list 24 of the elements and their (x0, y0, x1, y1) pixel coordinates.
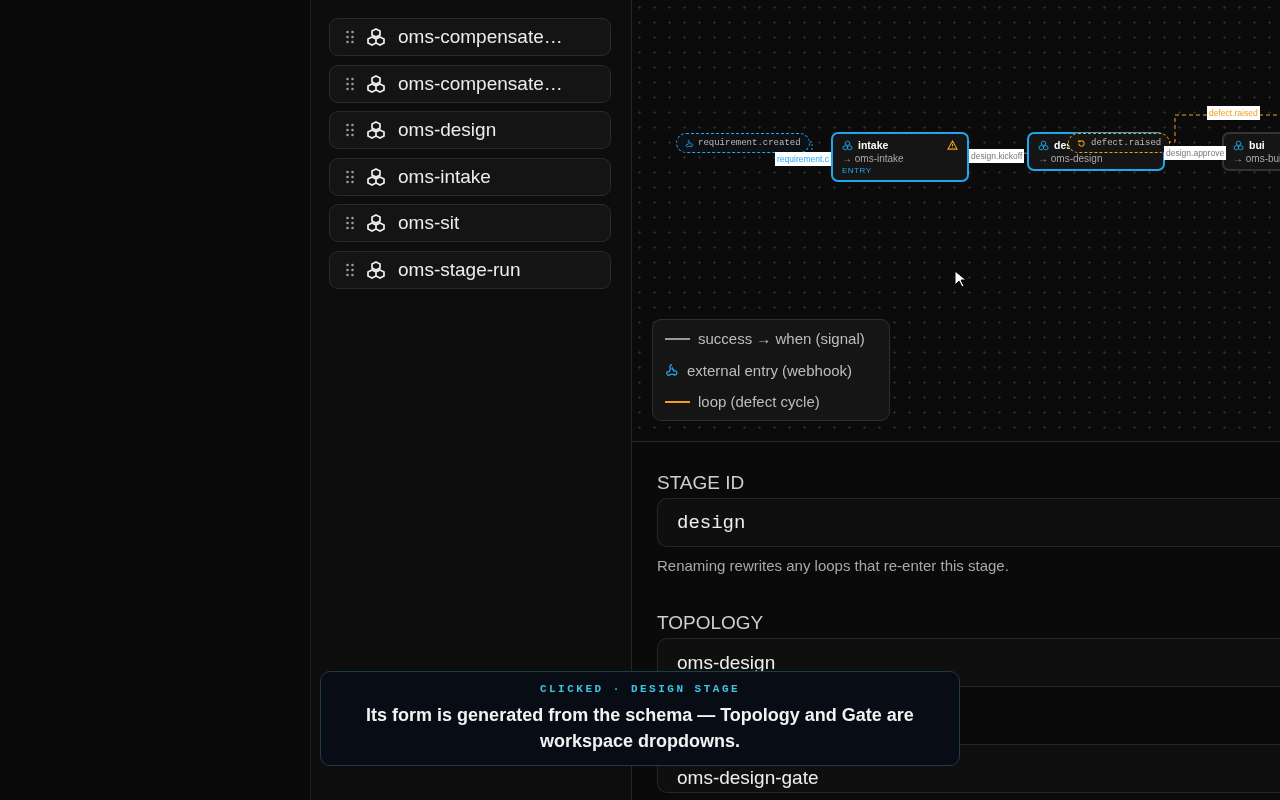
item-label: oms-intake (398, 165, 491, 188)
item-label: oms-design (398, 119, 497, 141)
edge-label: requirement.c (775, 152, 831, 166)
field-hint: Renaming rewrites any loops that re-enter this stage. (657, 557, 1010, 574)
edge-label: design.kickoff (969, 149, 1025, 163)
field-label: STAGE ID (657, 472, 746, 494)
legend-label: loop (defect cycle) (698, 393, 820, 410)
item-label: oms-compensate… (398, 72, 563, 95)
legend-label: success → when (signal) (698, 330, 865, 347)
topology-label: → oms-bui (1233, 153, 1280, 164)
item-label: oms-sit (398, 212, 460, 234)
stage-title: bui (1249, 139, 1265, 151)
topology-label: → oms-intake (842, 153, 905, 164)
topology-label: → oms-design (1038, 153, 1104, 164)
entry-label: ENTRY (842, 166, 873, 175)
loop-label: defect.raised (1091, 138, 1162, 148)
item-label: oms-stage-run (398, 258, 521, 281)
item-label: oms-compensate… (398, 26, 563, 48)
stage-title: intake (858, 139, 889, 151)
field-label: TOPOLOGY (657, 612, 765, 634)
edge-label: design.approve (1164, 146, 1227, 160)
trigger-label: requirement.created (698, 138, 801, 148)
legend-label: external entry (webhook) (687, 361, 853, 379)
edge-label: defect.raised (1207, 106, 1260, 120)
